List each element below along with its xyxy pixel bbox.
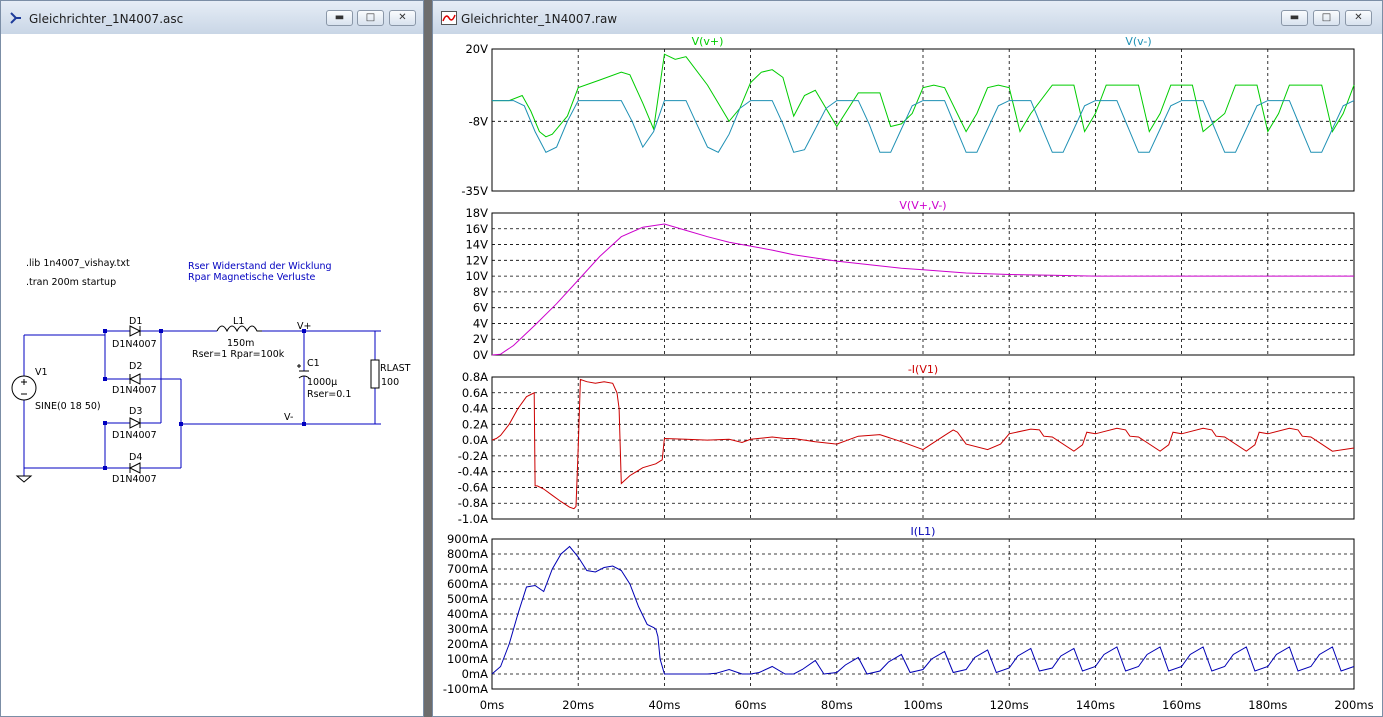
trace-title: I(L1) <box>911 525 936 538</box>
y-tick-label: -0.6A <box>458 480 488 494</box>
x-tick-label: 120ms <box>990 698 1029 712</box>
y-tick-label: 10V <box>465 269 488 283</box>
c1-params[interactable]: Rser=0.1 <box>307 389 351 400</box>
y-tick-label: 6V <box>473 301 488 315</box>
y-tick-label: 0.0A <box>462 433 488 447</box>
schematic-app-icon <box>10 12 21 24</box>
y-tick-label: 0.4A <box>462 402 488 416</box>
x-tick-label: 0ms <box>480 698 505 712</box>
y-tick-label: 14V <box>465 238 488 252</box>
d4-label[interactable]: D4 <box>129 452 142 463</box>
trace-title: -I(V1) <box>908 363 938 376</box>
minimize-button[interactable]: ▬ <box>1281 10 1308 26</box>
y-tick-label: 16V <box>465 222 488 236</box>
rlast-label[interactable]: RLAST <box>380 363 410 374</box>
x-tick-label: 20ms <box>562 698 594 712</box>
y-tick-label: 400mA <box>447 607 488 621</box>
y-tick-label: 700mA <box>447 562 488 576</box>
y-tick-label: 600mA <box>447 577 488 591</box>
waveform-titlebar[interactable]: Gleichrichter_1N4007.raw ▬ □ ✕ <box>433 1 1382 34</box>
x-tick-label: 140ms <box>1076 698 1115 712</box>
d3-label[interactable]: D3 <box>129 406 142 417</box>
v1-label[interactable]: V1 <box>35 367 48 378</box>
x-tick-label: 160ms <box>1162 698 1201 712</box>
waveform-plot-area[interactable]: 20V -8V -35V V(v+) V(v-) 18V 16V 14V 12V 10V 8V 6V 4… <box>433 34 1382 716</box>
d1-label[interactable]: D1 <box>129 316 142 327</box>
minimize-button[interactable]: ▬ <box>326 10 353 26</box>
d2-label[interactable]: D2 <box>129 361 142 372</box>
plot-pane-3: 900mA800mA700mA600mA500mA400mA300mA200mA… <box>443 525 1355 696</box>
schematic-window: Gleichrichter_1N4007.asc ▬ □ ✕ .lib 1n40… <box>0 0 424 717</box>
y-tick-label: 12V <box>465 253 488 267</box>
d4-model[interactable]: D1N4007 <box>112 474 157 485</box>
maximize-button[interactable]: □ <box>357 10 384 26</box>
schematic-canvas[interactable]: .lib 1n4007_vishay.txt .tran 200m startu… <box>9 34 415 713</box>
net-vminus[interactable]: V- <box>284 412 293 423</box>
c1-value[interactable]: 1000µ <box>307 377 337 388</box>
y-tick-label: -8V <box>469 114 488 128</box>
l1-value[interactable]: 150m <box>227 338 254 349</box>
c1-label[interactable]: C1 <box>307 358 320 369</box>
waveform-plots[interactable]: 20V-8V-35VV(v+) V(v-)18V16V14V12V10V8V6V4… <box>433 34 1382 716</box>
net-vplus[interactable]: V+ <box>297 321 311 332</box>
close-button[interactable]: ✕ <box>1345 10 1372 26</box>
y-tick-label: 20V <box>465 42 488 56</box>
y-tick-label: 300mA <box>447 622 488 636</box>
waveform-window: Gleichrichter_1N4007.raw ▬ □ ✕ 20V -8V -35… <box>432 0 1383 717</box>
y-tick-label: 18V <box>465 206 488 220</box>
y-tick-label: 2V <box>473 332 488 346</box>
y-tick-label: -0.4A <box>458 465 488 479</box>
maximize-button[interactable]: □ <box>1313 10 1340 26</box>
trace-title: V(v+) <box>692 35 724 48</box>
y-tick-label: 0mA <box>462 667 489 681</box>
x-tick-label: 60ms <box>735 698 767 712</box>
plot-pane-2: 0.8A 0.6A 0.4A0.2A 0.0A -0.2A -0.4A-0.6A -0.8A… <box>458 363 1355 526</box>
schematic-drawing <box>11 325 381 483</box>
y-tick-label: 200mA <box>447 637 488 651</box>
trace-title: V(v-) <box>1125 35 1151 48</box>
plot-pane-0: 20V -8V -35V V(v+) V(v-) <box>461 35 1355 198</box>
schematic-titlebar[interactable]: Gleichrichter_1N4007.asc ▬ □ ✕ <box>1 1 423 34</box>
x-tick-label: 40ms <box>648 698 680 712</box>
d2-model[interactable]: D1N4007 <box>112 385 157 396</box>
y-tick-label: -100mA <box>443 682 488 696</box>
comment-rpar[interactable]: Rpar Magnetische Verluste <box>188 272 315 283</box>
x-tick-label: 100ms <box>903 698 942 712</box>
y-tick-label: 900mA <box>447 532 488 546</box>
y-tick-label: 0.2A <box>462 417 488 431</box>
y-tick-label: -0.2A <box>458 449 488 463</box>
l1-params[interactable]: Rser=1 Rpar=100k <box>192 349 284 360</box>
close-button[interactable]: ✕ <box>389 10 416 26</box>
l1-label[interactable]: L1 <box>233 316 244 327</box>
waveform-window-title: Gleichrichter_1N4007.raw <box>461 12 618 26</box>
y-tick-label: 500mA <box>447 592 488 606</box>
trace-title: V(V+,V-) <box>899 199 946 212</box>
x-tick-label: 80ms <box>821 698 853 712</box>
y-tick-label: -0.8A <box>458 496 488 510</box>
v1-value[interactable]: SINE(0 18 50) <box>35 401 101 412</box>
plot-pane-1: 18V 16V 14V12V 10V 8V 6V4V 2V 0V V(V+,V-) <box>465 199 1355 362</box>
d3-model[interactable]: D1N4007 <box>112 430 157 441</box>
waveform-app-icon <box>441 11 457 25</box>
d1-model[interactable]: D1N4007 <box>112 339 157 350</box>
y-tick-label: 0V <box>473 348 488 362</box>
y-tick-label: -1.0A <box>458 512 488 526</box>
directive-tran[interactable]: .tran 200m startup <box>26 277 116 288</box>
x-tick-label: 180ms <box>1248 698 1287 712</box>
comment-rser[interactable]: Rser Widerstand der Wicklung <box>188 261 332 272</box>
schematic-window-title: Gleichrichter_1N4007.asc <box>29 12 184 26</box>
y-tick-label: 100mA <box>447 652 488 666</box>
y-tick-label: 8V <box>473 285 488 299</box>
y-tick-label: -35V <box>461 184 488 198</box>
y-tick-label: 4V <box>473 316 488 330</box>
y-tick-label: 0.6A <box>462 386 488 400</box>
rlast-value[interactable]: 100 <box>381 377 399 388</box>
y-tick-label: 0.8A <box>462 370 488 384</box>
directive-lib[interactable]: .lib 1n4007_vishay.txt <box>26 258 130 269</box>
x-tick-label: 200ms <box>1334 698 1373 712</box>
y-tick-label: 800mA <box>447 547 488 561</box>
